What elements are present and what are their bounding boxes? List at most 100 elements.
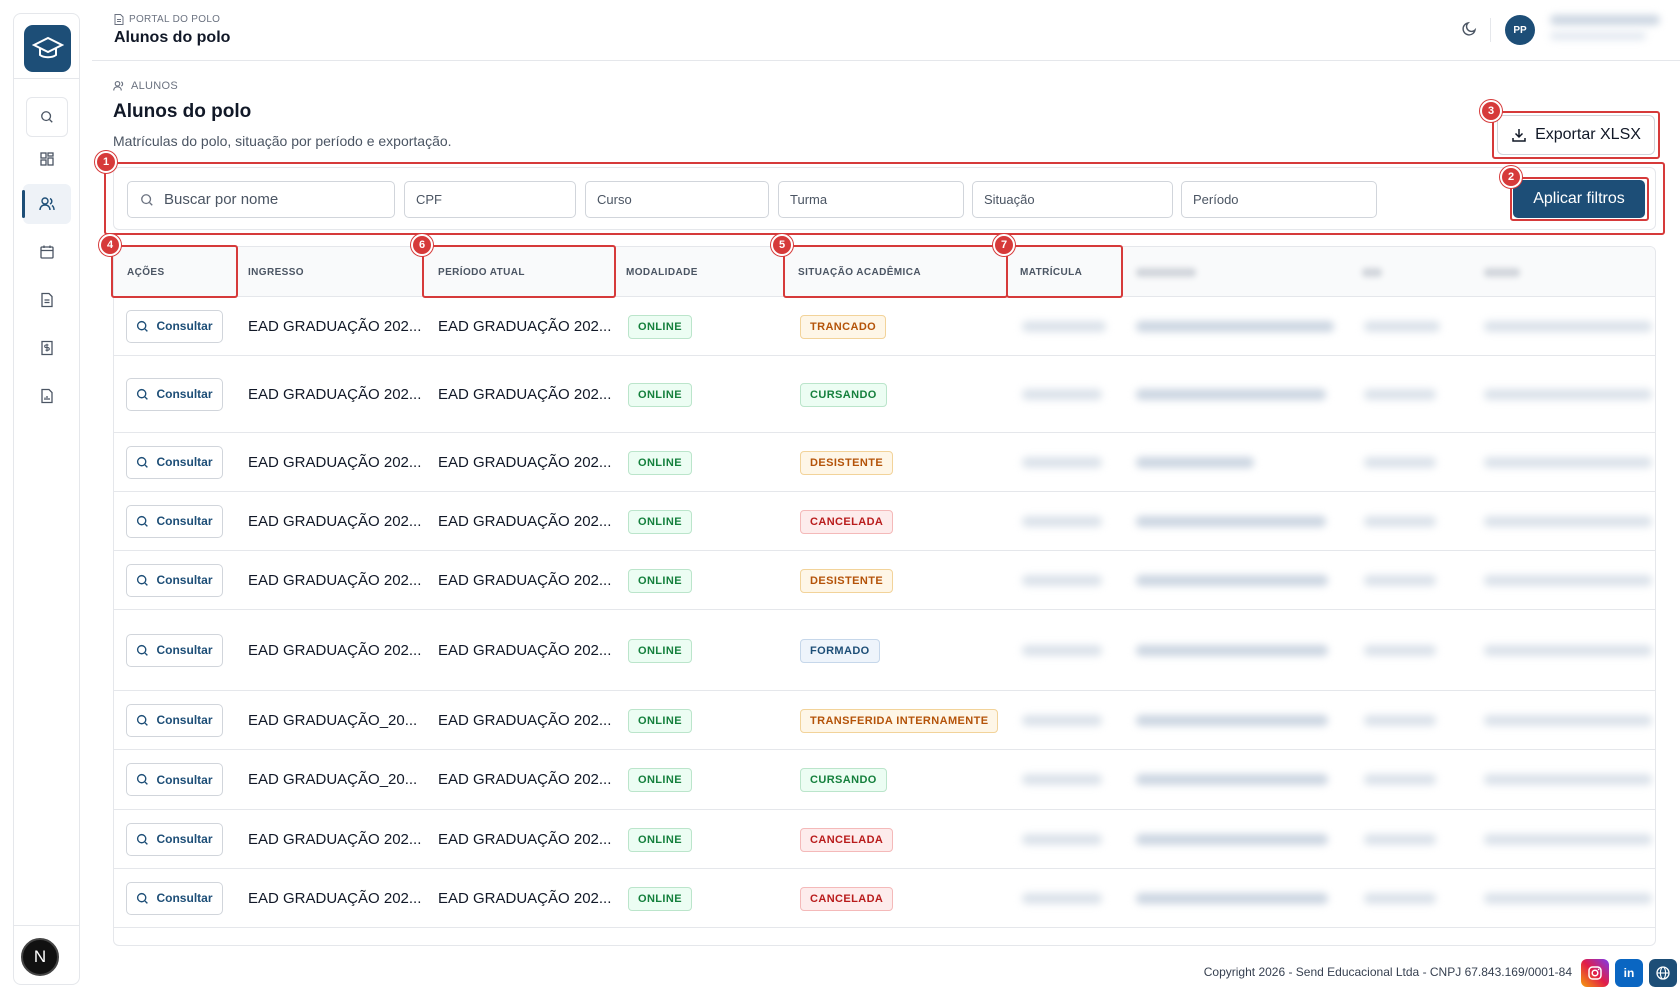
table-row: Consultar EAD GRADUAÇÃO_20... EAD GRADUAÇÃ… — [114, 691, 1655, 750]
consultar-button[interactable]: Consultar — [126, 377, 223, 411]
cell-periodo-atual: EAD GRADUAÇÃO 202... — [438, 830, 612, 848]
sidebar-item-search[interactable] — [26, 97, 68, 137]
search-icon — [41, 111, 53, 123]
annotation-marker-1: 1 — [95, 151, 117, 173]
sidebar-item-documents[interactable] — [23, 280, 71, 320]
copyright-text: Copyright 2026 - Send Educacional Ltda -… — [1203, 965, 1572, 979]
cell-nome-blurred — [1136, 714, 1328, 726]
consultar-label: Consultar — [156, 387, 213, 401]
theme-toggle[interactable] — [1462, 20, 1478, 41]
cell-ingresso: EAD GRADUAÇÃO 202... — [248, 512, 422, 530]
cell-matricula-blurred — [1022, 456, 1102, 468]
cell-matricula-blurred — [1022, 388, 1102, 400]
column-header-blurred — [1136, 268, 1196, 277]
badge-modalidade: ONLINE — [628, 509, 692, 534]
badge-modalidade: ONLINE — [628, 708, 692, 733]
table-row: Consultar EAD GRADUAÇÃO_20... EAD GRADUAÇÃ… — [114, 750, 1655, 810]
page-header-title: Alunos do polo — [114, 29, 231, 46]
cell-matricula-blurred — [1022, 833, 1102, 845]
cell-periodo-atual: EAD GRADUAÇÃO 202... — [438, 641, 612, 659]
column-header-ingresso[interactable]: INGRESSO — [248, 267, 304, 278]
user-email-blurred — [1550, 32, 1646, 40]
cell-matricula-blurred — [1022, 574, 1102, 586]
report-icon — [41, 388, 53, 404]
cell-matricula-blurred — [1022, 320, 1106, 332]
sidebar-item-alunos[interactable] — [22, 184, 71, 224]
logo[interactable] — [24, 25, 71, 72]
badge-situacao: CANCELADA — [800, 509, 894, 534]
table-row: Consultar EAD GRADUAÇÃO 202... EAD GRADUAÇ… — [114, 356, 1655, 433]
breadcrumb-label: PORTAL DO POLO — [129, 14, 221, 25]
cell-cpf-blurred — [1364, 714, 1436, 726]
footer: Copyright 2026 - Send Educacional Ltda -… — [92, 947, 1680, 998]
column-header-modalidade[interactable]: MODALIDADE — [626, 267, 698, 278]
cell-cpf-blurred — [1364, 320, 1440, 332]
consultar-button[interactable]: Consultar — [126, 703, 223, 737]
consultar-label: Consultar — [156, 643, 213, 657]
top-bar: PORTAL DO POLO Alunos do polo PP — [92, 0, 1680, 61]
search-icon — [137, 833, 149, 845]
sidebar-item-reports[interactable] — [23, 376, 71, 416]
table-row: Consultar EAD GRADUAÇÃO 202... EAD GRADUAÇ… — [114, 433, 1655, 492]
badge-situacao: DESISTENTE — [800, 450, 894, 475]
cell-periodo-atual: EAD GRADUAÇÃO 202... — [438, 453, 612, 471]
cell-periodo-atual: EAD GRADUAÇÃO 202... — [438, 571, 612, 589]
search-icon — [137, 456, 149, 468]
website-link[interactable] — [1649, 959, 1677, 987]
consultar-button[interactable]: Consultar — [126, 445, 223, 479]
cell-nome-blurred — [1136, 388, 1326, 400]
search-icon — [137, 892, 149, 904]
sidebar-item-calendar[interactable] — [23, 232, 71, 272]
consultar-label: Consultar — [156, 891, 213, 905]
consultar-label: Consultar — [156, 832, 213, 846]
cell-cpf-blurred — [1364, 456, 1436, 468]
cell-periodo-atual: EAD GRADUAÇÃO 202... — [438, 771, 612, 788]
cell-ingresso: EAD GRADUAÇÃO_20... — [248, 711, 418, 729]
cell-email-blurred — [1484, 892, 1652, 904]
cell-ingresso: EAD GRADUAÇÃO 202... — [248, 317, 422, 335]
students-table: AÇÕES INGRESSO PERÍODO ATUAL MODALIDADE … — [113, 246, 1656, 946]
page-subtitle: Matrículas do polo, situação por período… — [113, 133, 452, 149]
consultar-button[interactable]: Consultar — [126, 563, 223, 597]
cell-email-blurred — [1484, 515, 1652, 527]
search-icon — [137, 773, 149, 785]
cell-nome-blurred — [1136, 892, 1328, 904]
annotation-marker-6: 6 — [411, 234, 433, 256]
instagram-link[interactable] — [1581, 959, 1609, 987]
cell-nome-blurred — [1136, 574, 1328, 586]
annotation-box-situacao — [783, 245, 1008, 298]
avatar[interactable]: PP — [1505, 15, 1535, 45]
cell-email-blurred — [1484, 456, 1652, 468]
badge-modalidade: ONLINE — [628, 638, 692, 663]
document-icon — [41, 292, 53, 308]
cell-cpf-blurred — [1364, 892, 1436, 904]
dev-tools-badge[interactable]: N — [21, 938, 59, 976]
badge-modalidade: ONLINE — [628, 450, 692, 475]
consultar-button[interactable]: Consultar — [126, 881, 223, 915]
badge-modalidade: ONLINE — [628, 382, 692, 407]
breadcrumb: PORTAL DO POLO — [114, 14, 220, 25]
cell-nome-blurred — [1136, 833, 1328, 845]
consultar-button[interactable]: Consultar — [126, 822, 223, 856]
badge-modalidade: ONLINE — [628, 886, 692, 911]
cell-ingresso: EAD GRADUAÇÃO 202... — [248, 889, 422, 907]
annotation-marker-2: 2 — [1500, 166, 1522, 188]
column-header-blurred — [1362, 268, 1382, 277]
table-row: Consultar EAD GRADUAÇÃO 202... EAD GRADUAÇ… — [114, 810, 1655, 869]
column-header-blurred — [1484, 268, 1520, 277]
consultar-button[interactable]: Consultar — [126, 309, 223, 343]
table-row: Consultar EAD GRADUAÇÃO 202... EAD GRADUAÇ… — [114, 492, 1655, 551]
cell-ingresso: EAD GRADUAÇÃO 202... — [248, 641, 422, 659]
cell-ingresso: EAD GRADUAÇÃO 202... — [248, 453, 422, 471]
consultar-button[interactable]: Consultar — [126, 633, 223, 667]
linkedin-link[interactable]: in — [1615, 959, 1643, 987]
badge-situacao: TRANCADO — [800, 314, 887, 339]
sidebar-item-finance[interactable] — [23, 328, 71, 368]
consultar-button[interactable]: Consultar — [126, 763, 223, 796]
cell-email-blurred — [1484, 833, 1652, 845]
sidebar-item-dashboard[interactable] — [23, 139, 71, 179]
cell-periodo-atual: EAD GRADUAÇÃO 202... — [438, 385, 612, 403]
annotation-marker-5: 5 — [771, 234, 793, 256]
cell-ingresso: EAD GRADUAÇÃO 202... — [248, 830, 422, 848]
consultar-button[interactable]: Consultar — [126, 504, 223, 538]
